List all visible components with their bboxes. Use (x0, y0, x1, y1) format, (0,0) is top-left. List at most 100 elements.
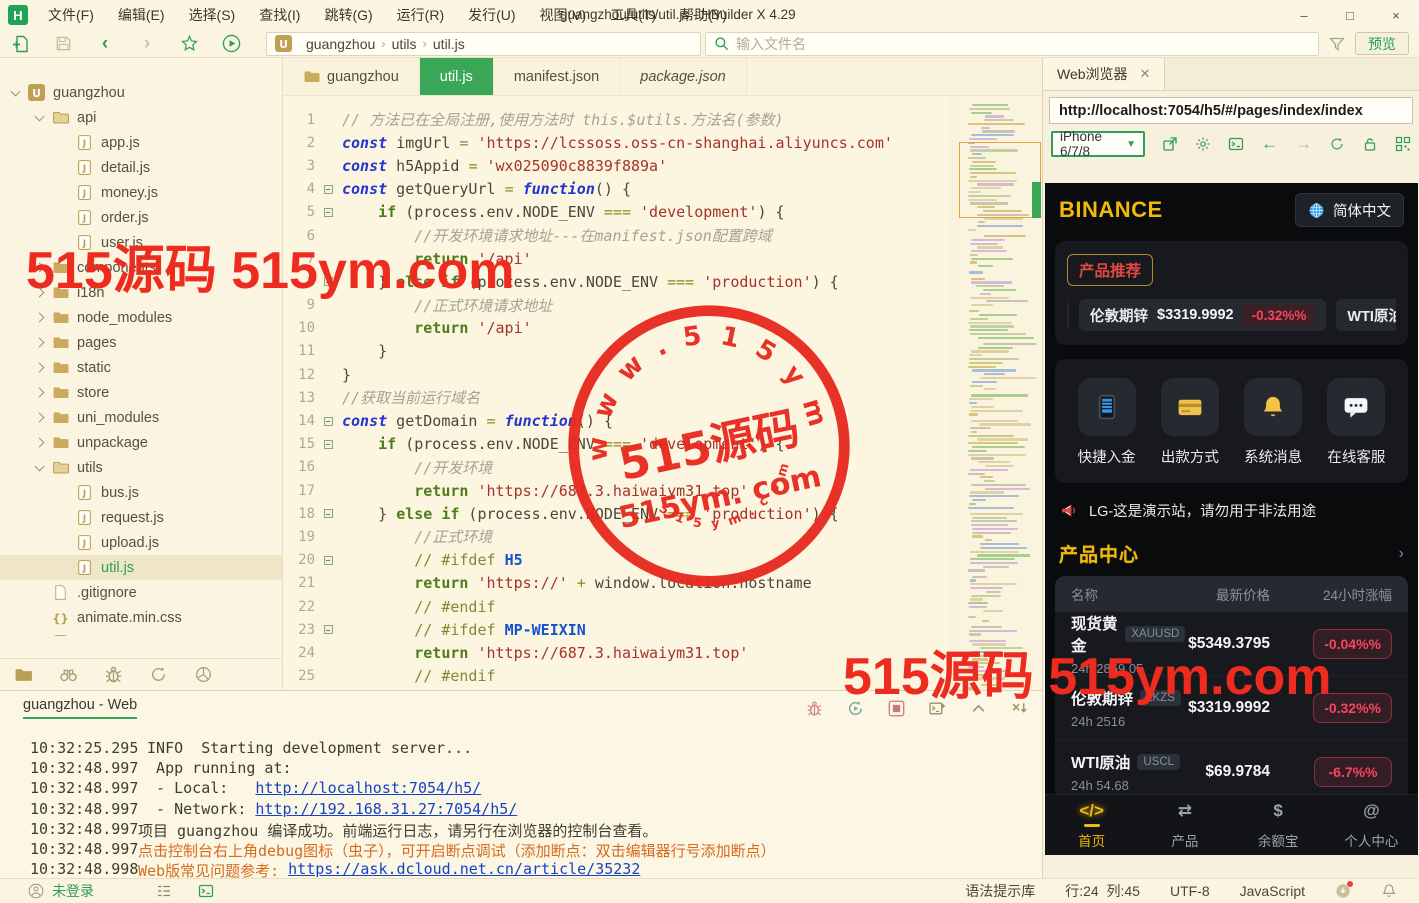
line-number[interactable]: 18 (283, 506, 315, 522)
tree-item-node_modules[interactable]: node_modules (0, 305, 282, 330)
outline-icon[interactable] (156, 883, 172, 899)
breadcrumb-item[interactable]: utils (392, 36, 417, 52)
tree-item-request.js[interactable]: Jrequest.js (0, 505, 282, 530)
save-button[interactable] (42, 30, 84, 58)
cursor-position[interactable]: 行:24 列:45 (1065, 881, 1140, 901)
tree-item-components[interactable]: components (0, 255, 282, 280)
line-number[interactable]: 11 (283, 343, 315, 359)
menu-发行(U)[interactable]: 发行(U) (458, 2, 525, 28)
minimize-button[interactable]: – (1281, 0, 1327, 30)
tree-item-pages[interactable]: pages (0, 330, 282, 355)
restart-icon[interactable] (847, 700, 864, 717)
tree-item-bus.js[interactable]: Jbus.js (0, 480, 282, 505)
nav-forward-button[interactable]: › (126, 30, 168, 58)
line-number[interactable]: 25 (283, 668, 315, 684)
nav-item-首页[interactable]: </> 首页 (1045, 795, 1138, 855)
menu-文件(F)[interactable]: 文件(F) (38, 2, 104, 28)
terminal-icon[interactable] (198, 883, 214, 899)
console-link[interactable]: http://192.168.31.27:7054/h5/ (255, 800, 517, 820)
tree-item-guangzhou[interactable]: Uguangzhou (0, 80, 282, 105)
new-file-button[interactable] (0, 30, 42, 58)
editor-tab-manifest.json[interactable]: manifest.json (494, 58, 621, 95)
tree-item-utils[interactable]: utils (0, 455, 282, 480)
files-view-icon[interactable] (14, 665, 33, 684)
quick-action-出款方式[interactable]: 出款方式 (1160, 378, 1219, 467)
line-number[interactable]: 9 (283, 297, 315, 313)
console-window-icon[interactable] (1228, 136, 1244, 152)
language-button[interactable]: 简体中文 (1295, 193, 1404, 227)
tree-item-money.js[interactable]: Jmoney.js (0, 180, 282, 205)
code-area[interactable]: 1 // 方法已在全局注册,使用方法时 this.$utils.方法名(参数) 2 c… (283, 96, 948, 690)
lock-icon[interactable] (1362, 136, 1378, 152)
ticker-item[interactable]: 伦敦期锌 $3319.9992 -0.32%% (1079, 299, 1327, 331)
menu-跳转(G)[interactable]: 跳转(G) (314, 2, 382, 28)
refresh-icon[interactable] (1329, 136, 1345, 152)
encoding-label[interactable]: UTF-8 (1170, 883, 1210, 899)
line-number[interactable]: 22 (283, 599, 315, 615)
collapse-icon[interactable] (970, 700, 987, 717)
tree-item-i18n[interactable]: i18n (0, 280, 282, 305)
new-terminal-icon[interactable] (929, 700, 946, 717)
search-view-icon[interactable] (59, 665, 78, 684)
line-number[interactable]: 19 (283, 529, 315, 545)
line-number[interactable]: 12 (283, 367, 315, 383)
browser-back-icon[interactable]: ← (1261, 134, 1278, 154)
line-number[interactable]: 20 (283, 552, 315, 568)
fold-icon[interactable] (320, 416, 336, 426)
line-number[interactable]: 7 (283, 251, 315, 267)
quick-action-快捷入金[interactable]: 快捷入金 (1077, 378, 1136, 467)
device-selector[interactable]: iPhone 6/7/8 ▼ (1051, 129, 1145, 159)
fold-icon[interactable] (320, 509, 336, 519)
preview-button[interactable]: 预览 (1355, 32, 1409, 55)
notification-bell-icon[interactable] (1381, 883, 1397, 899)
nav-item-产品[interactable]: ⇄ 产品 (1138, 795, 1231, 855)
line-number[interactable]: 1 (283, 112, 315, 128)
nav-item-余额宝[interactable]: $ 余额宝 (1232, 795, 1325, 855)
line-number[interactable]: 6 (283, 228, 315, 244)
console-link[interactable]: http://localhost:7054/h5/ (255, 779, 481, 799)
editor-tab-package.json[interactable]: package.json (620, 58, 747, 95)
clear-console-icon[interactable] (1011, 700, 1028, 717)
tree-item-user.js[interactable]: Juser.js (0, 230, 282, 255)
debug-bug-icon[interactable] (806, 700, 823, 717)
line-number[interactable]: 13 (283, 390, 315, 406)
tree-item-uni_modules[interactable]: uni_modules (0, 405, 282, 430)
tree-item-.gitignore[interactable]: .gitignore (0, 580, 282, 605)
close-button[interactable]: × (1373, 0, 1419, 30)
breadcrumb-item[interactable]: guangzhou (306, 36, 375, 52)
line-number[interactable]: 15 (283, 436, 315, 452)
stop-icon[interactable] (888, 700, 905, 717)
tree-item-unpackage[interactable]: unpackage (0, 430, 282, 455)
product-row-XAUUSD[interactable]: 现货黄金 XAUUSD 24h 2859.05 $5349.3795 -0.04%% (1055, 611, 1408, 676)
fold-icon[interactable] (320, 184, 336, 194)
tree-item-animate.min.css[interactable]: {} animate.min.css (0, 605, 282, 630)
tree-item-util.js[interactable]: Jutil.js (0, 555, 282, 580)
product-row-LKZS[interactable]: 伦敦期锌 LKZS 24h 2516 $3319.9992 -0.32%% (1055, 675, 1408, 739)
browser-tab[interactable]: Web浏览器 ✕ (1043, 58, 1166, 90)
run-button[interactable] (210, 30, 252, 58)
menu-查找(I)[interactable]: 查找(I) (249, 2, 310, 28)
menu-选择(S)[interactable]: 选择(S) (179, 2, 246, 28)
close-icon[interactable]: ✕ (1140, 66, 1151, 82)
line-number[interactable]: 14 (283, 413, 315, 429)
menu-编辑(E)[interactable]: 编辑(E) (108, 2, 175, 28)
filter-icon[interactable] (1329, 36, 1345, 52)
breadcrumb-item[interactable]: util.js (433, 36, 465, 52)
url-input[interactable] (1050, 102, 1412, 119)
language-label[interactable]: JavaScript (1240, 883, 1305, 899)
login-status[interactable]: 未登录 (52, 881, 94, 901)
history-view-icon[interactable] (149, 665, 168, 684)
fold-icon[interactable] (320, 625, 336, 635)
maximize-button[interactable]: □ (1327, 0, 1373, 30)
fold-icon[interactable] (320, 555, 336, 565)
line-number[interactable]: 10 (283, 320, 315, 336)
fold-icon[interactable] (320, 277, 336, 287)
tree-item-order.js[interactable]: Jorder.js (0, 205, 282, 230)
search-input[interactable] (736, 35, 1273, 52)
nav-item-个人中心[interactable]: @ 个人中心 (1325, 795, 1418, 855)
line-number[interactable]: 2 (283, 135, 315, 151)
nav-back-button[interactable]: ‹ (84, 30, 126, 58)
tree-item-detail.js[interactable]: Jdetail.js (0, 155, 282, 180)
debug-view-icon[interactable] (104, 665, 123, 684)
minimap[interactable] (958, 96, 1042, 690)
